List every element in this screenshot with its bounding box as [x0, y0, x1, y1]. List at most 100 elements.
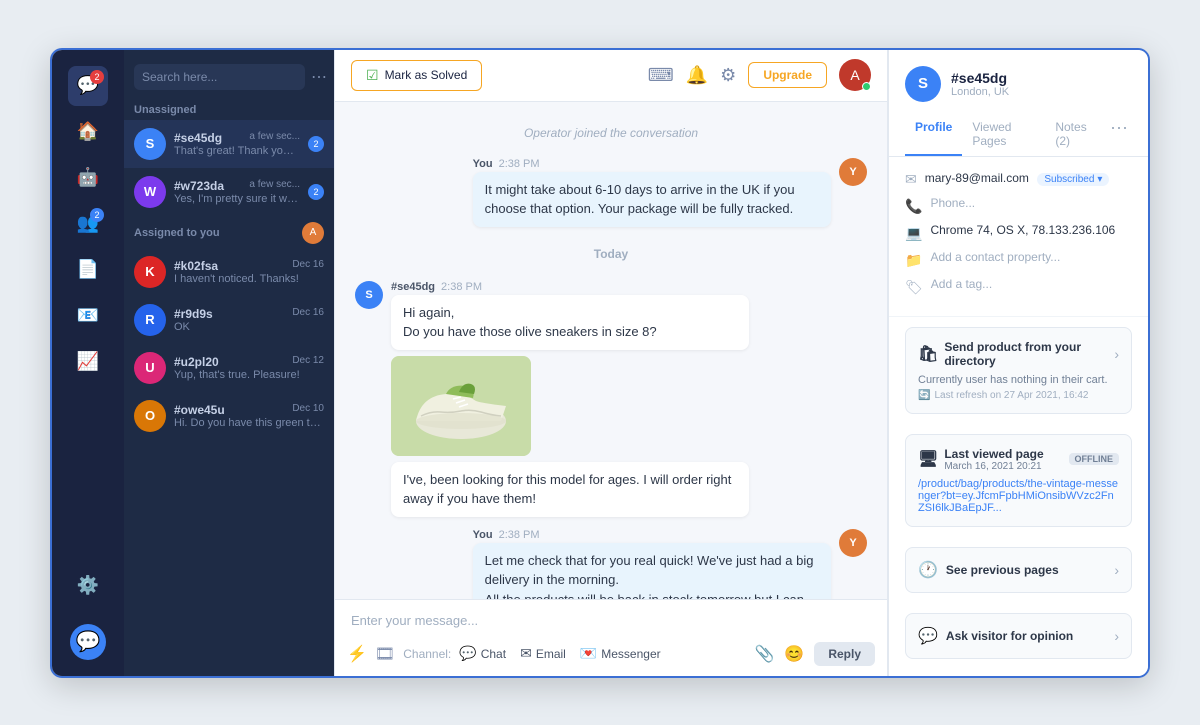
mark-solved-button[interactable]: ☑ Mark as Solved — [351, 60, 482, 91]
rp-browser-value: Chrome 74, OS X, 78.133.236.106 — [930, 223, 1115, 237]
email-icon: ✉ — [905, 171, 917, 188]
chat-input-toolbar: ⚡ 🎞 Channel: 💬 Chat ✉ Email 💌 Messenger — [335, 636, 887, 676]
rp-phone-value: Phone... — [930, 196, 975, 210]
sidebar-item-analytics[interactable]: 📈 — [68, 342, 108, 382]
rp-email-field: ✉ mary-89@mail.com Subscribed ▾ — [905, 169, 1132, 188]
sidebar: 💬 2 🏠 🤖 👥 2 📄 📧 📈 ⚙️ 💬 — [52, 50, 124, 676]
sidebar-item-settings[interactable]: ⚙️ — [68, 566, 108, 606]
message-avatar: S — [355, 281, 383, 309]
chat-messages: Operator joined the conversation Y You 2… — [335, 102, 887, 599]
clock-icon: 🕐 — [918, 560, 938, 580]
conv-item-u2pl20[interactable]: U #u2pl20Dec 12 Yup, that's true. Pleasu… — [124, 344, 334, 392]
toolbar-right: 📎 😊 Reply — [754, 642, 875, 666]
rp-shopify-card: 🛍 Send product from your directory › Cur… — [905, 327, 1132, 414]
keyboard-icon[interactable]: ⌨ — [648, 65, 674, 86]
sidebar-item-email[interactable]: 📧 — [68, 296, 108, 336]
system-message: Operator joined the conversation — [355, 120, 867, 146]
unassigned-label: Unassigned — [124, 98, 334, 120]
sidebar-item-docs[interactable]: 📄 — [68, 250, 108, 290]
reply-button[interactable]: Reply — [814, 642, 875, 666]
message-row: Y You 2:38 PM It might take about 6-10 d… — [355, 158, 867, 227]
message-bubble: Hi again,Do you have those olive sneaker… — [391, 295, 749, 350]
sidebar-item-home[interactable]: 🏠 — [68, 112, 108, 152]
channel-chat-option[interactable]: 💬 Chat — [459, 645, 506, 662]
conv-item-r9d9s[interactable]: R #r9d9sDec 16 OK — [124, 296, 334, 344]
message-avatar: Y — [839, 158, 867, 186]
channel-messenger-option[interactable]: 💌 Messenger — [580, 645, 661, 662]
chat-header: ☑ Mark as Solved ⌨ 🔔 ⚙ Upgrade A — [335, 50, 887, 102]
conv-avatar-owe45u: O — [134, 400, 166, 432]
rp-user-name: #se45dg — [951, 70, 1009, 86]
messenger-channel-icon: 💌 — [580, 645, 597, 662]
rp-user-info: #se45dg London, UK — [951, 70, 1009, 98]
rp-see-previous-card[interactable]: 🕐 See previous pages › — [905, 547, 1132, 593]
message-avatar: Y — [839, 529, 867, 557]
rp-header: S #se45dg London, UK — [889, 50, 1148, 102]
gif-button[interactable]: 🎞 — [375, 644, 395, 664]
subscribed-badge: Subscribed ▾ — [1037, 173, 1109, 186]
rp-more-icon[interactable]: ⋯ — [1106, 114, 1132, 156]
message-input[interactable] — [351, 613, 871, 628]
shopify-chevron-icon[interactable]: › — [1114, 346, 1119, 362]
sidebar-item-bot[interactable]: 🤖 — [68, 158, 108, 198]
channel-selector: 💬 Chat ✉ Email 💌 Messenger — [459, 645, 660, 662]
lightning-button[interactable]: ⚡ — [347, 644, 367, 664]
rp-shopify-body: Currently user has nothing in their cart… — [918, 374, 1119, 401]
right-panel: S #se45dg London, UK Profile Viewed Page… — [888, 50, 1148, 676]
conv-badge-se45dg: 2 — [308, 136, 324, 152]
conv-item-k02fsa[interactable]: K #k02fsaDec 16 I haven't noticed. Thank… — [124, 248, 334, 296]
opinion-icon: 💬 — [918, 626, 938, 646]
conv-list-more-icon[interactable]: ⋯ — [311, 67, 327, 87]
ask-opinion-chevron-icon[interactable]: › — [1114, 628, 1119, 644]
conv-avatar-u2pl20: U — [134, 352, 166, 384]
see-previous-chevron-icon[interactable]: › — [1114, 562, 1119, 578]
search-input[interactable] — [134, 64, 305, 90]
upgrade-button[interactable]: Upgrade — [748, 62, 827, 88]
emoji-button[interactable]: 😊 — [784, 644, 804, 664]
rp-page-url[interactable]: /product/bag/products/the-vintage-messen… — [918, 478, 1119, 514]
date-divider: Today — [355, 239, 867, 269]
rp-tab-viewed-pages[interactable]: Viewed Pages — [962, 114, 1045, 156]
settings-icon[interactable]: ⚙ — [720, 65, 736, 86]
conv-avatar-r9d9s: R — [134, 304, 166, 336]
chat-input-field — [335, 600, 887, 636]
email-channel-icon: ✉ — [520, 645, 532, 662]
sidebar-item-chat[interactable]: 💬 2 — [68, 66, 108, 106]
sneaker-image — [391, 356, 531, 456]
rp-email-value: mary-89@mail.com — [925, 171, 1029, 185]
message-bubble: Let me check that for you real quick! We… — [473, 543, 831, 599]
conv-item-w723da[interactable]: W #w723da a few sec... Yes, I'm pretty s… — [124, 168, 334, 216]
bell-icon[interactable]: 🔔 — [686, 65, 708, 86]
rp-phone-field: 📞 Phone... — [905, 196, 1132, 215]
conv-info-se45dg: #se45dg a few sec... That's great! Thank… — [174, 131, 300, 157]
see-previous-label: See previous pages — [946, 563, 1059, 577]
channel-label: Channel: — [403, 647, 451, 661]
conv-avatar-se45dg: S — [134, 128, 166, 160]
conv-info-w723da: #w723da a few sec... Yes, I'm pretty sur… — [174, 179, 300, 205]
chat-input-area: ⚡ 🎞 Channel: 💬 Chat ✉ Email 💌 Messenger — [335, 599, 887, 676]
attachment-button[interactable]: 📎 — [754, 644, 774, 664]
rp-browser-field: 💻 Chrome 74, OS X, 78.133.236.106 — [905, 223, 1132, 242]
rp-ask-opinion-card[interactable]: 💬 Ask visitor for opinion › — [905, 613, 1132, 659]
page-icon: 🖥 — [918, 449, 938, 469]
conv-avatar-k02fsa: K — [134, 256, 166, 288]
sidebar-item-contacts[interactable]: 👥 2 — [68, 204, 108, 244]
message-row: Y You 2:38 PM Let me check that for you … — [355, 529, 867, 599]
ask-opinion-label: Ask visitor for opinion — [946, 629, 1073, 643]
rp-tag-field: 🏷 Add a tag... — [905, 277, 1132, 296]
operator-avatar[interactable]: A — [839, 59, 871, 91]
sidebar-user-avatar[interactable]: 💬 — [70, 624, 106, 660]
conv-item-owe45u[interactable]: O #owe45uDec 10 Hi. Do you have this gre… — [124, 392, 334, 440]
rp-tab-notes[interactable]: Notes (2) — [1045, 114, 1106, 156]
conv-avatar-w723da: W — [134, 176, 166, 208]
conv-item-se45dg[interactable]: S #se45dg a few sec... That's great! Tha… — [124, 120, 334, 168]
refresh-icon: 🔄 — [918, 390, 930, 401]
message-content: #se45dg 2:38 PM Hi again,Do you have tho… — [391, 281, 749, 517]
rp-add-tag[interactable]: Add a tag... — [931, 277, 992, 291]
rp-add-property[interactable]: Add a contact property... — [930, 250, 1060, 264]
channel-email-option[interactable]: ✉ Email — [520, 645, 566, 662]
conversation-list: ⋯ Unassigned S #se45dg a few sec... That… — [124, 50, 334, 676]
check-icon: ☑ — [366, 67, 379, 84]
rp-last-page-card: 🖥 Last viewed page March 16, 2021 20:21 … — [905, 434, 1132, 527]
rp-tab-profile[interactable]: Profile — [905, 114, 962, 156]
